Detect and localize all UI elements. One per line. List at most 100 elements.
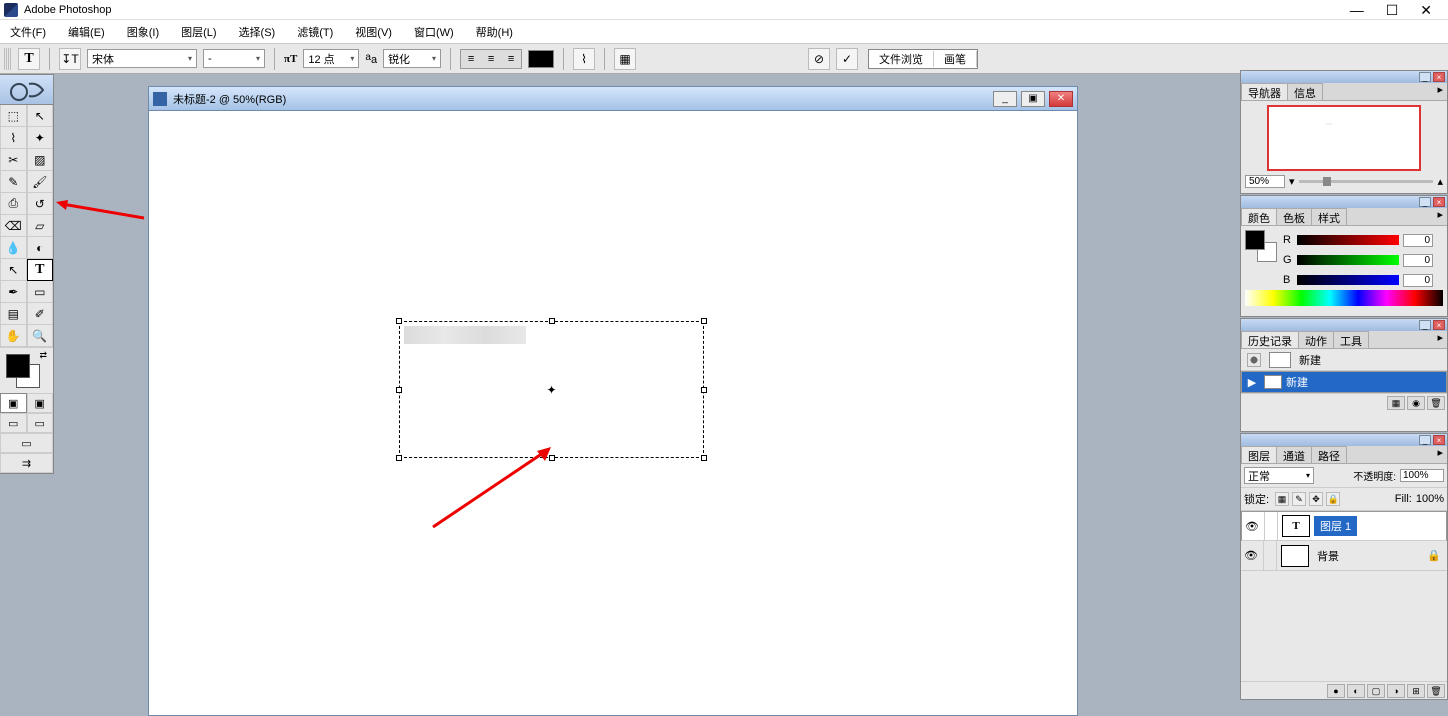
- new-snapshot-button[interactable]: ◉: [1407, 396, 1425, 410]
- lock-paint-icon[interactable]: ✎: [1292, 492, 1306, 506]
- quickmask-mode-button[interactable]: ▣: [27, 393, 54, 413]
- tab-navigator[interactable]: 导航器: [1241, 83, 1288, 100]
- layer-mask-button[interactable]: ◐: [1347, 684, 1365, 698]
- clone-stamp-tool[interactable]: ⎙: [0, 193, 27, 215]
- r-value[interactable]: 0: [1403, 234, 1433, 247]
- canvas[interactable]: ✦: [149, 111, 1077, 715]
- menu-filter[interactable]: 滤镜(T): [293, 22, 337, 42]
- eraser-tool[interactable]: ⌫: [0, 215, 27, 237]
- visibility-toggle-icon[interactable]: 👁: [1243, 549, 1259, 562]
- blur-tool[interactable]: 💧: [0, 237, 27, 259]
- b-slider[interactable]: [1297, 275, 1399, 285]
- minimize-button[interactable]: ―: [1350, 3, 1364, 17]
- slice-tool[interactable]: ▨: [27, 149, 54, 171]
- text-tool-icon[interactable]: T: [18, 48, 40, 70]
- close-button[interactable]: ✕: [1420, 3, 1432, 17]
- panel-menu-icon[interactable]: ▸: [1433, 446, 1447, 463]
- menu-select[interactable]: 选择(S): [235, 22, 280, 42]
- handle-sw[interactable]: [396, 455, 402, 461]
- layer-item[interactable]: 👁 背景 🔒: [1241, 541, 1447, 571]
- link-column[interactable]: [1263, 541, 1277, 570]
- healing-brush-tool[interactable]: ✎: [0, 171, 27, 193]
- tab-channels[interactable]: 通道: [1276, 446, 1312, 463]
- warp-text-button[interactable]: ⌇: [573, 48, 595, 70]
- link-column[interactable]: [1264, 512, 1278, 540]
- tab-info[interactable]: 信息: [1287, 83, 1323, 100]
- r-slider[interactable]: [1297, 235, 1399, 245]
- tab-paths[interactable]: 路径: [1311, 446, 1347, 463]
- tab-color[interactable]: 颜色: [1241, 208, 1277, 225]
- standard-mode-button[interactable]: ▣: [0, 393, 27, 413]
- snapshot-thumb[interactable]: [1269, 352, 1291, 368]
- zoom-in-icon[interactable]: ▴: [1437, 175, 1443, 188]
- rectangular-marquee-tool[interactable]: ⬚: [0, 105, 27, 127]
- doc-minimize-button[interactable]: _: [993, 91, 1017, 107]
- panel-menu-icon[interactable]: ▸: [1433, 331, 1447, 348]
- new-document-from-state-button[interactable]: ▦: [1387, 396, 1405, 410]
- handle-nw[interactable]: [396, 318, 402, 324]
- color-spectrum[interactable]: [1245, 290, 1443, 306]
- lasso-tool[interactable]: ⌇: [0, 127, 27, 149]
- tab-styles[interactable]: 样式: [1311, 208, 1347, 225]
- layer-item[interactable]: 👁 T 图层 1: [1241, 511, 1447, 541]
- handle-ne[interactable]: [701, 318, 707, 324]
- panel-menu-icon[interactable]: ▸: [1433, 208, 1447, 225]
- menu-file[interactable]: 文件(F): [6, 22, 50, 42]
- tab-tool-presets[interactable]: 工具: [1333, 331, 1369, 348]
- panel-close[interactable]: ×: [1433, 197, 1445, 207]
- fg-color-swatch[interactable]: [1245, 230, 1265, 250]
- menu-view[interactable]: 视图(V): [351, 22, 396, 42]
- zoom-out-icon[interactable]: ▾: [1289, 175, 1295, 188]
- layer-name[interactable]: 背景: [1313, 548, 1343, 564]
- tab-history[interactable]: 历史记录: [1241, 331, 1299, 348]
- doc-maximize-button[interactable]: ▣: [1021, 91, 1045, 107]
- tab-layers[interactable]: 图层: [1241, 446, 1277, 463]
- panel-minimize[interactable]: _: [1419, 320, 1431, 330]
- screen-mode-3[interactable]: ▭: [0, 433, 53, 453]
- navigator-thumbnail[interactable]: ⋯: [1267, 105, 1421, 171]
- text-orientation-icon[interactable]: ↧T: [59, 48, 81, 70]
- align-left-button[interactable]: ≡: [461, 50, 481, 68]
- layer-style-button[interactable]: ●: [1327, 684, 1345, 698]
- jump-to-imageready[interactable]: ⇉: [0, 453, 53, 473]
- move-tool[interactable]: ↖: [27, 105, 54, 127]
- tab-swatches[interactable]: 色板: [1276, 208, 1312, 225]
- cancel-button[interactable]: ⊘: [808, 48, 830, 70]
- handle-w[interactable]: [396, 387, 402, 393]
- type-tool[interactable]: T: [27, 259, 54, 281]
- rectangle-tool[interactable]: ▭: [27, 281, 54, 303]
- maximize-button[interactable]: ☐: [1386, 3, 1399, 17]
- panel-minimize[interactable]: _: [1419, 72, 1431, 82]
- g-value[interactable]: 0: [1403, 254, 1433, 267]
- visibility-toggle-icon[interactable]: 👁: [1244, 520, 1260, 533]
- b-value[interactable]: 0: [1403, 274, 1433, 287]
- tab-actions[interactable]: 动作: [1298, 331, 1334, 348]
- palette-toggle-button[interactable]: ▦: [614, 48, 636, 70]
- options-grip[interactable]: [4, 48, 12, 70]
- brush-tool[interactable]: 🖌: [27, 171, 54, 193]
- align-center-button[interactable]: ≡: [481, 50, 501, 68]
- menu-image[interactable]: 图象(I): [123, 22, 163, 42]
- commit-button[interactable]: ✓: [836, 48, 858, 70]
- font-size-select[interactable]: 12 点▾: [303, 49, 359, 68]
- adjustment-layer-button[interactable]: ◑: [1387, 684, 1405, 698]
- text-bounding-box[interactable]: ✦: [399, 321, 704, 458]
- panel-close[interactable]: ×: [1433, 435, 1445, 445]
- handle-se[interactable]: [701, 455, 707, 461]
- hand-tool[interactable]: ✋: [0, 325, 27, 347]
- zoom-value[interactable]: 50%: [1245, 175, 1285, 188]
- history-step[interactable]: ▶ ▦ 新建: [1241, 371, 1447, 393]
- panel-minimize[interactable]: _: [1419, 197, 1431, 207]
- document-titlebar[interactable]: 未标题-2 @ 50%(RGB) _ ▣ ✕: [149, 87, 1077, 111]
- zoom-tool[interactable]: 🔍: [27, 325, 54, 347]
- lock-transparency-icon[interactable]: ▦: [1275, 492, 1289, 506]
- screen-mode-2[interactable]: ▭: [27, 413, 54, 433]
- magic-wand-tool[interactable]: ✦: [27, 127, 54, 149]
- snapshot-name[interactable]: 新建: [1299, 352, 1321, 368]
- handle-e[interactable]: [701, 387, 707, 393]
- delete-state-button[interactable]: 🗑: [1427, 396, 1445, 410]
- doc-close-button[interactable]: ✕: [1049, 91, 1073, 107]
- gradient-tool[interactable]: ▱: [27, 215, 54, 237]
- menu-edit[interactable]: 编辑(E): [64, 22, 109, 42]
- fill-value[interactable]: 100%: [1416, 493, 1444, 505]
